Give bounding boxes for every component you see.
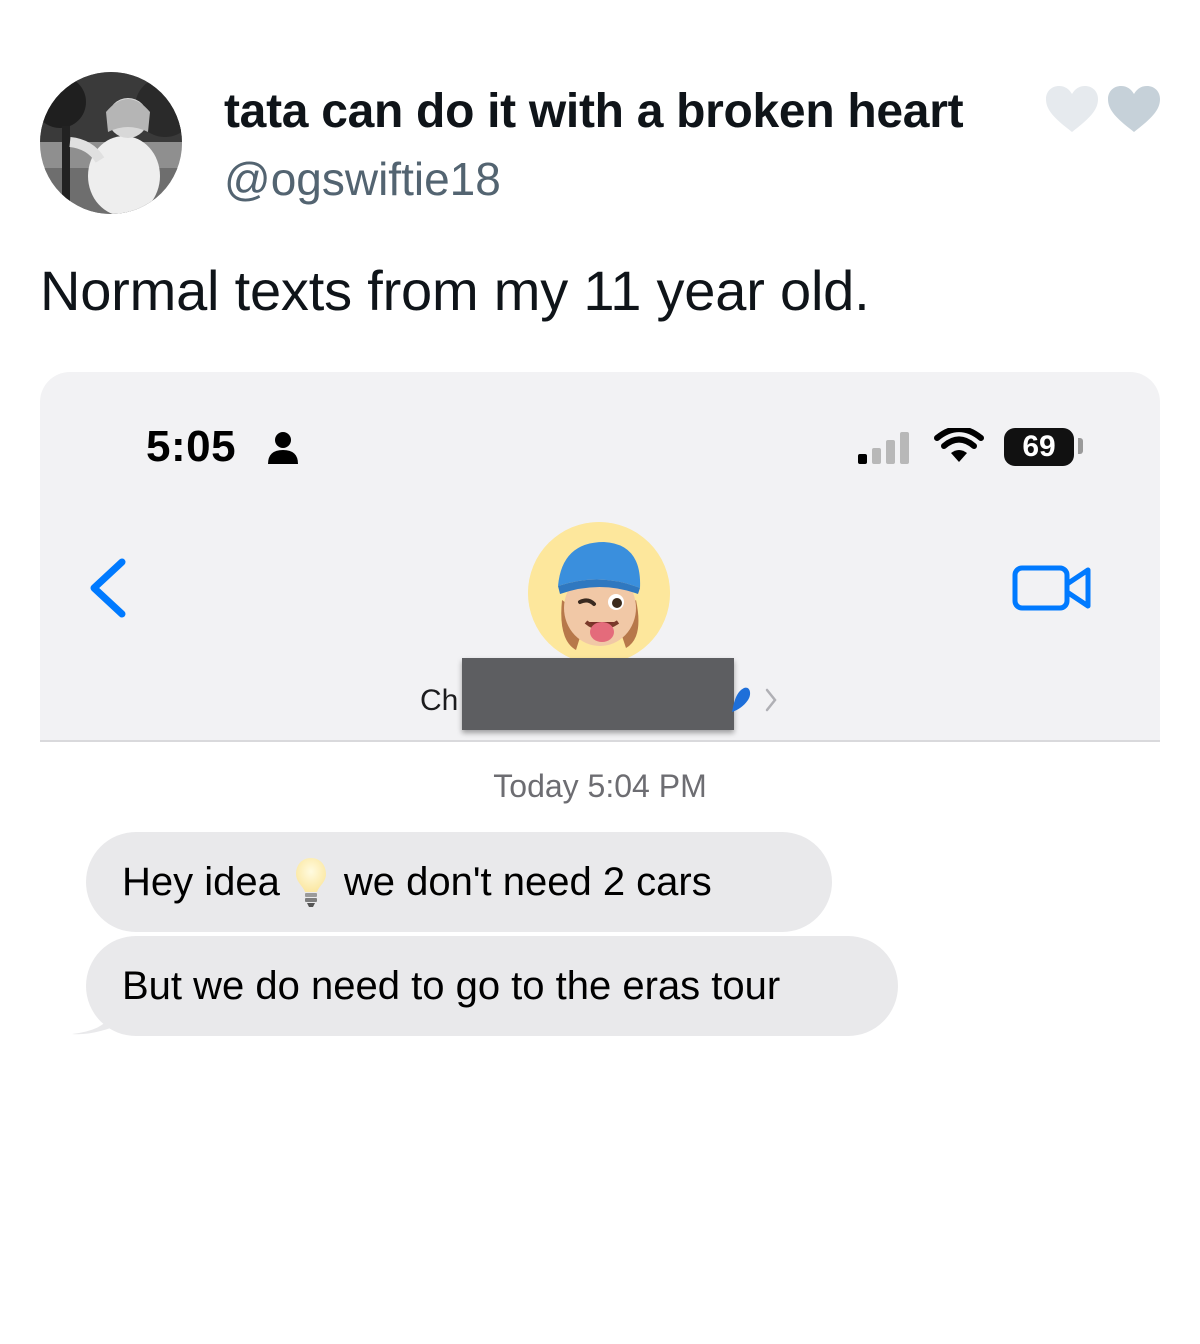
wifi-icon	[934, 428, 984, 462]
person-icon	[268, 432, 298, 464]
facetime-video-icon[interactable]	[1012, 562, 1092, 614]
heart-emoji-icons	[1046, 86, 1160, 132]
redaction-box	[462, 658, 734, 730]
user-handle[interactable]: @ogswiftie18	[224, 152, 501, 206]
message-text-before-emoji: Hey idea	[122, 860, 280, 904]
message-timestamp: Today 5:04 PM	[493, 768, 707, 804]
contact-name[interactable]: Ch	[420, 684, 458, 718]
battery-indicator: 69	[1004, 428, 1074, 466]
battery-tip	[1078, 438, 1083, 454]
message-text-after-emoji: we don't need 2 cars	[343, 860, 712, 904]
display-name[interactable]: tata can do it with a broken heart	[224, 84, 964, 139]
contact-details-chevron-icon[interactable]	[764, 686, 778, 714]
memoji-icon	[528, 522, 670, 664]
grey-heart-icon	[1108, 86, 1160, 132]
embedded-screenshot[interactable]: 5:05 69 Ch Today 5:04 PM Hey idea we don…	[40, 372, 1160, 1132]
message-bubble[interactable]: Hey idea we don't need 2 cars	[86, 832, 832, 932]
back-chevron-icon[interactable]	[84, 556, 130, 620]
profile-avatar[interactable]	[40, 72, 182, 214]
message-text: But we do need to go to the eras tour	[122, 964, 781, 1008]
status-bar-time: 5:05	[146, 422, 237, 471]
cellular-signal-icon	[858, 432, 909, 464]
light-bulb-icon	[295, 858, 326, 908]
message-bubble[interactable]: But we do need to go to the eras tour	[86, 936, 898, 1036]
blue-heart-icon	[732, 687, 751, 712]
white-heart-icon	[1046, 86, 1098, 132]
profile-photo	[40, 72, 182, 214]
tweet-text: Normal texts from my 11 year old.	[40, 259, 870, 322]
contact-avatar[interactable]	[528, 522, 670, 664]
